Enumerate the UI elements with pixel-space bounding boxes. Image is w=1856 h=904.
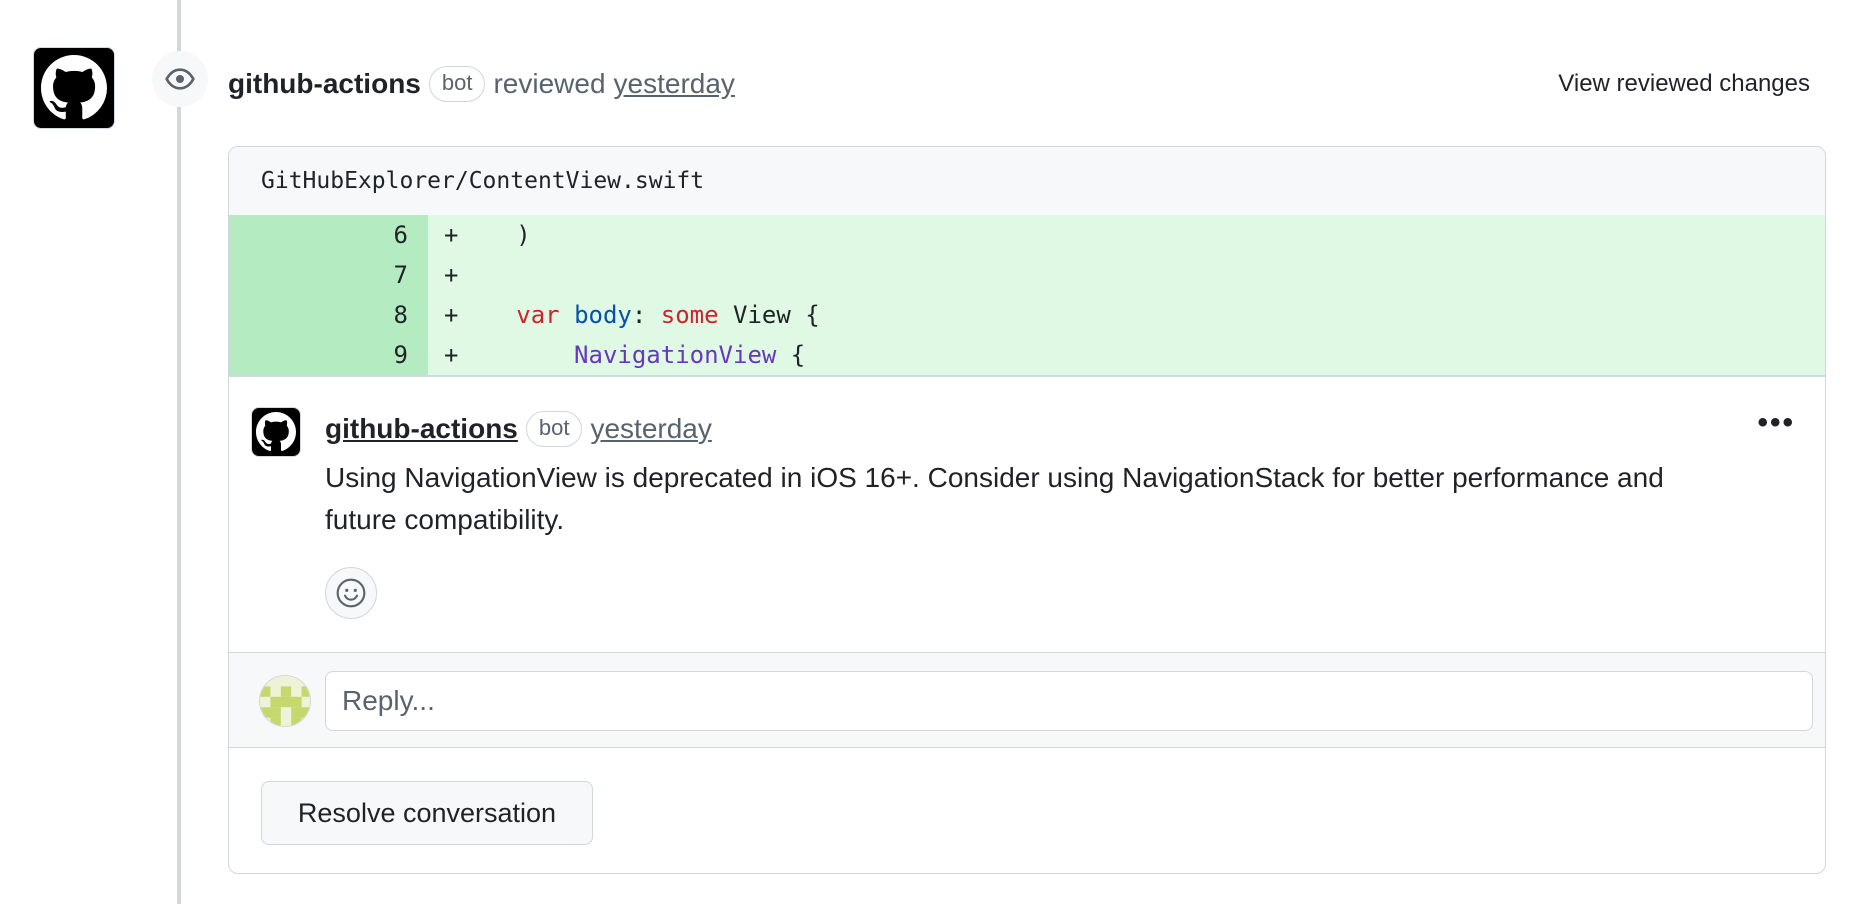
code-text: View { bbox=[733, 301, 820, 329]
diff-lines: 6 + ) 7 + 8 + var body: some View { 9 + … bbox=[229, 215, 1825, 375]
github-octocat-icon bbox=[256, 411, 296, 451]
diff-line: 7 + bbox=[229, 255, 1825, 295]
add-reaction-button[interactable] bbox=[325, 566, 377, 619]
eye-icon bbox=[165, 68, 195, 90]
comment-author-link[interactable]: github-actions bbox=[325, 413, 518, 445]
reply-area bbox=[229, 653, 1825, 748]
code-line: + ) bbox=[428, 215, 1825, 255]
keyword-token: var bbox=[516, 301, 560, 329]
code-text: { bbox=[790, 341, 806, 369]
comment-options-button[interactable]: ••• bbox=[1757, 407, 1795, 445]
github-actions-avatar[interactable] bbox=[33, 47, 115, 129]
diff-sign: + bbox=[444, 261, 459, 289]
resolve-area: Resolve conversation bbox=[229, 748, 1825, 873]
keyword-token: some bbox=[660, 301, 719, 329]
bot-badge: bot bbox=[428, 66, 486, 102]
line-number[interactable]: 9 bbox=[229, 335, 428, 375]
code-line: + bbox=[428, 255, 1825, 295]
identicon-avatar bbox=[259, 675, 311, 727]
bot-badge: bot bbox=[525, 410, 583, 447]
comment-header: github-actions bot yesterday ••• bbox=[325, 407, 1795, 451]
diff-line: 6 + ) bbox=[229, 215, 1825, 255]
resolve-conversation-button[interactable]: Resolve conversation bbox=[261, 781, 593, 845]
identicon-avatar-image bbox=[260, 676, 310, 726]
diff-line: 8 + var body: some View { bbox=[229, 295, 1825, 335]
comment-body: Using NavigationView is deprecated in iO… bbox=[325, 461, 1664, 535]
diff-sign: + bbox=[444, 301, 459, 329]
line-number[interactable]: 7 bbox=[229, 255, 428, 295]
review-author[interactable]: github-actions bbox=[228, 68, 421, 100]
code-text: ) bbox=[458, 221, 531, 249]
type-token: NavigationView bbox=[574, 341, 777, 369]
reply-input[interactable] bbox=[325, 671, 1813, 731]
diff-sign: + bbox=[444, 341, 459, 369]
github-octocat-icon bbox=[41, 55, 107, 120]
code-line: + NavigationView { bbox=[428, 335, 1825, 375]
view-reviewed-changes-link[interactable]: View reviewed changes bbox=[1558, 70, 1810, 98]
review-comment: github-actions bot yesterday ••• Using N… bbox=[229, 377, 1825, 652]
line-number[interactable]: 6 bbox=[229, 215, 428, 255]
review-timeline: github-actions bot reviewed yesterday Vi… bbox=[0, 0, 1856, 904]
identifier-token: body bbox=[574, 301, 632, 329]
review-thread: GitHubExplorer/ContentView.swift 6 + ) 7… bbox=[228, 146, 1826, 874]
comment-author-avatar[interactable] bbox=[251, 406, 301, 457]
review-action: reviewed bbox=[493, 68, 606, 99]
file-path[interactable]: GitHubExplorer/ContentView.swift bbox=[229, 147, 1825, 215]
timeline-line bbox=[177, 0, 181, 904]
diff-sign: + bbox=[444, 221, 459, 249]
punctuation-token: : bbox=[631, 301, 647, 329]
review-header: github-actions bot reviewed yesterday Vi… bbox=[228, 62, 1810, 106]
code-line: + var body: some View { bbox=[428, 295, 1825, 335]
line-number[interactable]: 8 bbox=[229, 295, 428, 335]
comment-time-link[interactable]: yesterday bbox=[590, 413, 711, 445]
diff-line: 9 + NavigationView { bbox=[229, 335, 1825, 375]
review-eye-badge bbox=[152, 51, 208, 107]
review-time-link[interactable]: yesterday bbox=[614, 68, 735, 100]
smiley-icon bbox=[336, 578, 366, 607]
